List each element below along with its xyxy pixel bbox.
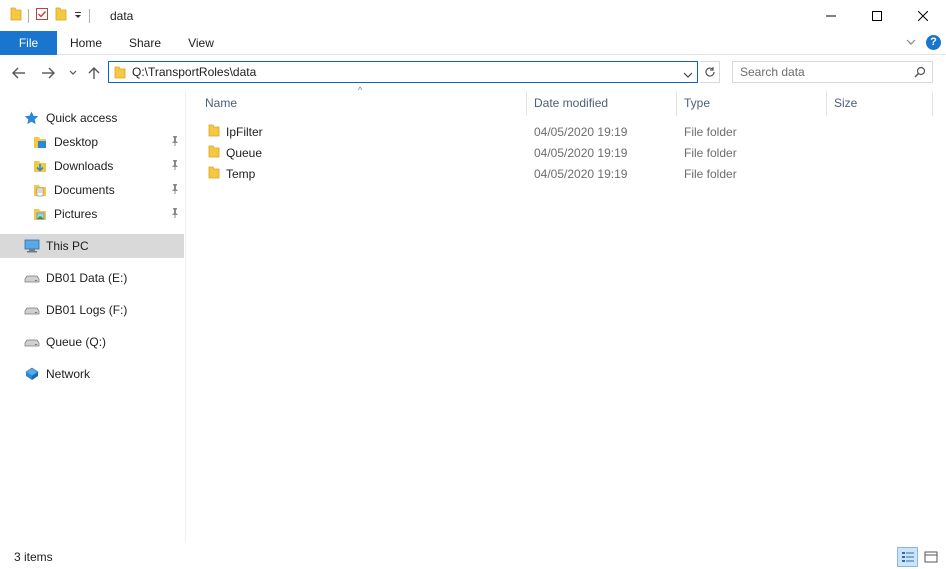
- file-name[interactable]: Temp: [226, 167, 255, 181]
- properties-icon[interactable]: [35, 7, 49, 24]
- sidebar-item-drive-q[interactable]: Queue (Q:): [0, 330, 184, 354]
- drive-icon: [24, 271, 40, 285]
- search-icon[interactable]: [914, 66, 926, 81]
- sidebar-item-network[interactable]: Network: [0, 362, 184, 386]
- sidebar-item-label: Quick access: [46, 111, 118, 125]
- sidebar-item-label: Downloads: [54, 159, 114, 173]
- recent-locations-chevron-icon[interactable]: [63, 63, 83, 83]
- column-divider[interactable]: [526, 91, 527, 116]
- sidebar-item-label: DB01 Data (E:): [46, 271, 128, 285]
- file-type: File folder: [684, 146, 737, 160]
- file-name[interactable]: IpFilter: [226, 125, 263, 139]
- table-row[interactable]: Temp 04/05/2020 19:19 File folder: [204, 163, 944, 184]
- sidebar-item-drive-f[interactable]: DB01 Logs (F:): [0, 298, 184, 322]
- sidebar-item-label: This PC: [46, 239, 89, 253]
- column-header-type[interactable]: Type: [684, 91, 710, 115]
- network-icon: [24, 367, 40, 381]
- tab-file[interactable]: File: [0, 31, 57, 55]
- sort-ascending-icon: ^: [358, 85, 363, 95]
- table-row[interactable]: Queue 04/05/2020 19:19 File folder: [204, 142, 944, 163]
- refresh-button[interactable]: [700, 61, 720, 83]
- sidebar-item-downloads[interactable]: Downloads: [0, 154, 184, 178]
- toolbar-separator: [28, 8, 29, 23]
- pictures-folder-icon: [33, 207, 49, 221]
- status-bar: 3 items: [0, 545, 946, 569]
- folder-icon: [208, 166, 220, 182]
- folder-icon: [10, 7, 22, 24]
- maximize-button[interactable]: [854, 0, 900, 31]
- folder-icon: [208, 124, 220, 140]
- folder-icon: [114, 66, 126, 82]
- drive-icon: [24, 303, 40, 317]
- downloads-folder-icon: [33, 159, 49, 173]
- desktop-folder-icon: [33, 135, 49, 149]
- sidebar-item-label: DB01 Logs (F:): [46, 303, 128, 317]
- file-date-modified: 04/05/2020 19:19: [534, 146, 628, 160]
- tab-home[interactable]: Home: [62, 31, 110, 55]
- address-history-chevron-icon[interactable]: [683, 68, 693, 82]
- sidebar-item-quick-access[interactable]: Quick access: [0, 106, 184, 130]
- file-list: ^ Name Date modified Type Size IpFilter …: [187, 85, 946, 543]
- column-header-size[interactable]: Size: [834, 91, 857, 115]
- file-name[interactable]: Queue: [226, 146, 262, 160]
- tab-view[interactable]: View: [182, 31, 220, 55]
- sidebar-item-label: Queue (Q:): [46, 335, 107, 349]
- column-header-name[interactable]: Name: [205, 91, 237, 115]
- table-row[interactable]: IpFilter 04/05/2020 19:19 File folder: [204, 121, 944, 142]
- address-bar[interactable]: Q:\TransportRoles\data: [108, 61, 698, 83]
- search-input[interactable]: Search data: [740, 65, 805, 79]
- close-button[interactable]: [900, 0, 946, 31]
- pin-icon[interactable]: [170, 183, 180, 198]
- sidebar-item-pictures[interactable]: Pictures: [0, 202, 184, 226]
- file-date-modified: 04/05/2020 19:19: [534, 167, 628, 181]
- toolbar-separator: [89, 8, 90, 23]
- pin-icon[interactable]: [170, 207, 180, 222]
- help-icon[interactable]: ?: [926, 35, 941, 50]
- sidebar-item-label: Desktop: [54, 135, 99, 149]
- details-view-button[interactable]: [897, 547, 918, 567]
- back-button[interactable]: [9, 63, 29, 83]
- drive-icon: [24, 335, 40, 349]
- sidebar-item-label: Pictures: [54, 207, 98, 221]
- quick-access-toolbar: [10, 7, 90, 24]
- navigation-pane: Quick access Desktop Downloads Documents: [0, 91, 186, 543]
- up-button[interactable]: [84, 63, 104, 83]
- sidebar-item-label: Network: [46, 367, 91, 381]
- minimize-button[interactable]: [808, 0, 854, 31]
- sidebar-item-documents[interactable]: Documents: [0, 178, 184, 202]
- title-bar: data: [0, 0, 946, 31]
- pin-icon[interactable]: [170, 135, 180, 150]
- column-divider[interactable]: [676, 91, 677, 116]
- new-folder-icon[interactable]: [55, 7, 67, 24]
- sidebar-item-this-pc[interactable]: This PC: [0, 234, 184, 258]
- address-path[interactable]: Q:\TransportRoles\data: [132, 65, 256, 79]
- column-divider[interactable]: [932, 91, 933, 116]
- ribbon-tabs: File Home Share View: [0, 31, 946, 55]
- file-type: File folder: [684, 167, 737, 181]
- sidebar-item-label: Documents: [54, 183, 115, 197]
- column-divider[interactable]: [826, 91, 827, 116]
- tab-share[interactable]: Share: [124, 31, 166, 55]
- star-icon: [24, 111, 40, 125]
- sidebar-item-drive-e[interactable]: DB01 Data (E:): [0, 266, 184, 290]
- search-box[interactable]: Search data: [732, 61, 933, 83]
- window-title: data: [110, 9, 134, 23]
- pin-icon[interactable]: [170, 159, 180, 174]
- expand-ribbon-chevron-icon[interactable]: [905, 36, 917, 51]
- navigation-bar: Q:\TransportRoles\data Search data: [0, 55, 946, 91]
- file-date-modified: 04/05/2020 19:19: [534, 125, 628, 139]
- large-icons-view-button[interactable]: [920, 547, 941, 567]
- sidebar-item-desktop[interactable]: Desktop: [0, 130, 184, 154]
- item-count: 3 items: [14, 550, 53, 564]
- column-header-date-modified[interactable]: Date modified: [534, 91, 608, 115]
- folder-icon: [208, 145, 220, 161]
- customize-toolbar-chevron-icon[interactable]: [73, 9, 83, 23]
- file-type: File folder: [684, 125, 737, 139]
- computer-icon: [24, 239, 40, 253]
- forward-button[interactable]: [38, 63, 58, 83]
- documents-folder-icon: [33, 183, 49, 197]
